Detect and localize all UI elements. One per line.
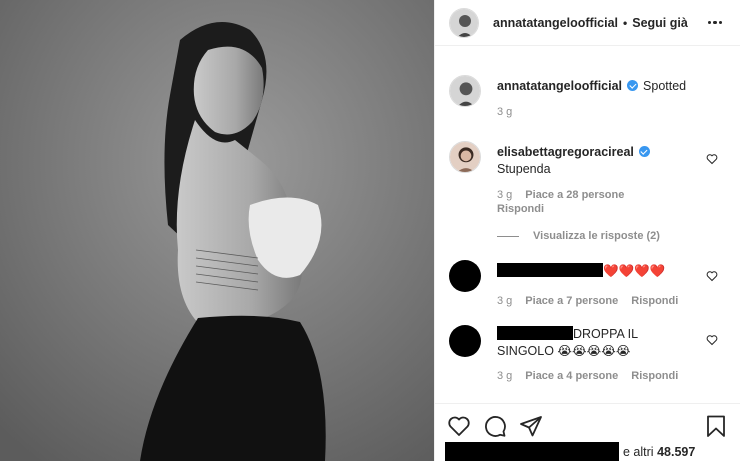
likes-suffix: e altri [623,445,654,459]
comment-time[interactable]: 3 g [497,370,512,382]
caption-author-avatar[interactable] [449,75,481,107]
comment-like-icon[interactable] [706,153,718,165]
replies-divider [497,235,519,237]
view-replies-label: Visualizza le risposte (2) [533,230,660,242]
comment-time[interactable]: 3 g [497,295,512,307]
reply-button[interactable]: Rispondi [497,203,544,215]
caption-username[interactable]: annatatangeloofficial [497,79,622,93]
view-replies-button[interactable]: Visualizza le risposte (2) [497,230,726,242]
commenter-avatar[interactable] [449,325,481,357]
comment-item: elisabettagregoracireal Stupenda 3 g Pia… [449,141,726,215]
comment-item: DROPPA IL SINGOLO 😭😭😭😭😭 3 g Piace a 4 pe… [449,325,726,382]
caption: annatatangeloofficial Spotted 3 g [449,75,726,118]
comment-icon[interactable] [483,414,507,438]
post-side-panel: annatatangeloofficial • Segui già annata… [434,0,740,461]
heart-icon[interactable] [447,414,471,438]
view-replies-row[interactable]: Visualizza le risposte (2) [449,230,726,242]
reply-button[interactable]: Rispondi [631,295,678,307]
bookmark-icon[interactable] [704,414,728,438]
reply-button[interactable]: Rispondi [631,370,678,382]
post-actions-bar: e altri 48.597 [435,403,740,461]
comment-time[interactable]: 3 g [497,189,512,201]
comment-text: ❤️❤️❤️❤️ [603,264,666,278]
commenter-avatar[interactable] [449,260,481,292]
redacted-username [497,263,603,277]
comment-likes-count[interactable]: Piace a 4 persone [525,370,618,382]
commenter-username[interactable]: elisabettagregoracireal [497,145,634,159]
verified-badge-icon [638,146,650,157]
more-options-icon[interactable] [704,17,727,29]
comment-text-line1: DROPPA IL [573,327,639,341]
instagram-post-view: annatatangeloofficial • Segui già annata… [0,0,740,461]
separator-dot: • [623,15,628,30]
following-button[interactable]: Segui già [632,16,688,30]
post-header: annatatangeloofficial • Segui già [435,0,740,46]
likes-summary[interactable]: e altri 48.597 [435,442,740,461]
comment-like-icon[interactable] [706,334,718,346]
caption-time[interactable]: 3 g [497,106,512,118]
verified-badge-icon [627,80,639,91]
comment-item: ❤️❤️❤️❤️ 3 g Piace a 7 persone Rispondi [449,260,726,307]
comment-text-line2: SINGOLO 😭😭😭😭😭 [497,344,631,358]
author-avatar[interactable] [449,7,479,38]
photo-illustration [0,0,434,461]
commenter-avatar[interactable] [449,141,481,173]
likes-count[interactable]: 48.597 [657,445,695,459]
comment-like-icon[interactable] [706,270,718,282]
post-photo[interactable] [0,0,434,461]
comments-list[interactable]: annatatangeloofficial Spotted 3 g elisabe… [435,47,740,403]
redacted-liker-names [445,442,619,461]
comment-text: Stupenda [497,162,551,176]
author-username[interactable]: annatatangeloofficial [493,16,618,30]
redacted-username [497,326,573,340]
share-icon[interactable] [519,414,543,438]
comment-likes-count[interactable]: Piace a 7 persone [525,295,618,307]
comment-likes-count[interactable]: Piace a 28 persone [525,189,624,201]
caption-text: Spotted [643,79,687,93]
